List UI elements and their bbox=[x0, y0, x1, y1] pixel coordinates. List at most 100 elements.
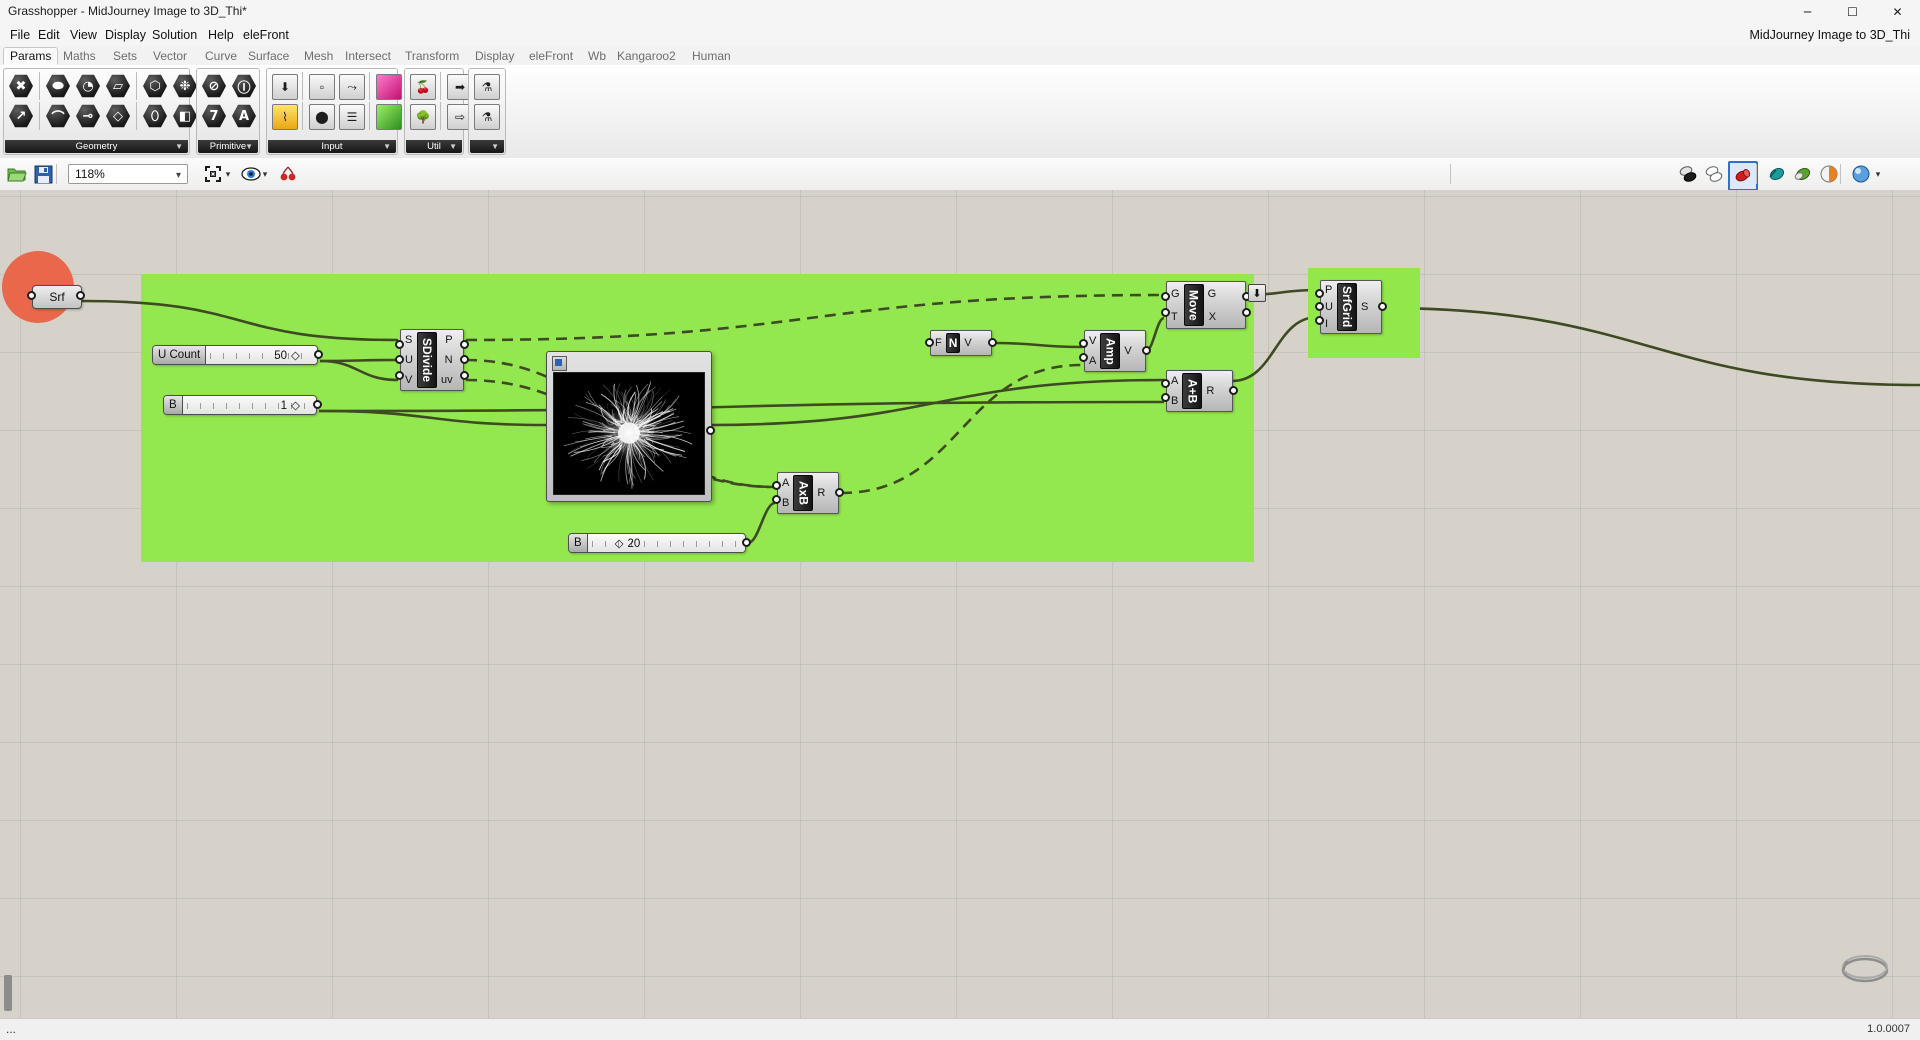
slider-knob-icon[interactable]: ◇ bbox=[291, 350, 300, 362]
surface-param-icon[interactable]: ▱ bbox=[104, 72, 132, 100]
addition-component-input-a[interactable]: A bbox=[1171, 375, 1178, 387]
u-count-slider[interactable]: U Count 50 ◇ bbox=[152, 345, 318, 365]
tab-human[interactable]: Human bbox=[687, 48, 736, 64]
geometry-param-icon[interactable]: ⬯ bbox=[141, 102, 169, 130]
plane-param-icon[interactable]: ◇ bbox=[104, 102, 132, 130]
text-param-icon[interactable]: A bbox=[230, 102, 258, 130]
surface-grid-component-input-port-u[interactable] bbox=[1315, 302, 1324, 311]
panel-icon[interactable]: ☰ bbox=[337, 102, 365, 130]
sdivide-component-input-s[interactable]: S bbox=[405, 334, 412, 346]
tab-display[interactable]: Display bbox=[470, 48, 519, 64]
download-badge-icon[interactable]: ⬇ bbox=[1248, 284, 1266, 302]
b-slider-top-output-port[interactable] bbox=[313, 400, 322, 409]
menu-item-elefront[interactable]: eleFront bbox=[243, 28, 289, 42]
amplitude-vector-component-input-f[interactable]: F bbox=[935, 337, 942, 349]
sdivide-component-output-n[interactable]: N bbox=[445, 354, 453, 366]
image-preview-panel[interactable] bbox=[546, 351, 712, 502]
addition-component-input-port-a[interactable] bbox=[1161, 379, 1170, 388]
b-slider-bottom[interactable]: B ◇ 20 bbox=[568, 533, 746, 553]
circle-param-icon[interactable]: ⬬ bbox=[44, 72, 72, 100]
b-slider-top-track[interactable]: 1 ◇ bbox=[182, 396, 316, 414]
zoom-level-input[interactable]: 118% ▾ bbox=[68, 164, 188, 184]
sdivide-component-output-uv[interactable]: uv bbox=[441, 374, 453, 386]
b-slider-bottom-output-port[interactable] bbox=[742, 538, 751, 547]
amp-component-input-a[interactable]: A bbox=[1089, 355, 1096, 367]
tab-surface[interactable]: Surface bbox=[243, 48, 294, 64]
tab-intersect[interactable]: Intersect bbox=[340, 48, 396, 64]
preview-dropdown-icon[interactable]: ▾ bbox=[1872, 161, 1884, 187]
tab-transform[interactable]: Transform bbox=[400, 48, 464, 64]
chevron-down-icon[interactable]: ▾ bbox=[176, 166, 181, 185]
tab-curve[interactable]: Curve bbox=[200, 48, 242, 64]
minimize-icon[interactable]: ─ bbox=[1785, 0, 1830, 24]
gradient-icon[interactable]: ⤳ bbox=[337, 72, 365, 100]
tab-sets[interactable]: Sets bbox=[108, 48, 142, 64]
integer-param-icon[interactable]: 7 bbox=[200, 102, 228, 130]
amp-component-output-v[interactable]: V bbox=[1124, 345, 1131, 357]
move-component[interactable]: G T Move G X bbox=[1166, 281, 1246, 329]
bottle-red-icon[interactable]: ⚗ bbox=[472, 72, 500, 100]
boolean-param-icon[interactable]: ⊘ bbox=[200, 72, 228, 100]
box-x-icon[interactable]: ✖ bbox=[7, 72, 35, 100]
menu-item-view[interactable]: View bbox=[70, 28, 97, 42]
brep-param-icon[interactable]: ⬡ bbox=[141, 72, 169, 100]
zoom-extents-dropdown-icon[interactable]: ▾ bbox=[222, 161, 234, 187]
addition-component-output-port-r[interactable] bbox=[1229, 386, 1238, 395]
sdivide-component-input-v[interactable]: V bbox=[405, 374, 412, 386]
complex-param-icon[interactable]: Ⓘ bbox=[230, 72, 258, 100]
close-icon[interactable]: ✕ bbox=[1875, 0, 1920, 24]
mesh-param-icon[interactable]: ❉ bbox=[171, 72, 199, 100]
ribbon-group-label[interactable]: ▼ bbox=[470, 140, 504, 153]
surface-grid-component-input-port-p[interactable] bbox=[1315, 289, 1324, 298]
surface-grid-component-input-port-i[interactable] bbox=[1315, 316, 1324, 325]
sdivide-component-input-port-v[interactable] bbox=[395, 371, 404, 380]
preview-blue-sphere-icon[interactable] bbox=[1848, 161, 1874, 187]
cross-product-component-input-b[interactable]: B bbox=[782, 497, 789, 509]
menu-item-solution[interactable]: Solution bbox=[152, 28, 197, 42]
addition-component-input-port-b[interactable] bbox=[1161, 393, 1170, 402]
tab-elefront[interactable]: eleFront bbox=[524, 48, 578, 64]
amplitude-vector-component-output-v[interactable]: V bbox=[964, 337, 971, 349]
addition-component-output-r[interactable]: R bbox=[1206, 385, 1214, 397]
bottle-orange-icon[interactable]: ⚗ bbox=[472, 102, 500, 130]
surface-grid-component[interactable]: P U I SrfGrid S bbox=[1320, 280, 1382, 334]
cross-product-component-output-r[interactable]: R bbox=[817, 487, 825, 499]
slider-knob-icon[interactable]: ◇ bbox=[615, 538, 624, 550]
spiral-param-icon[interactable]: ◔ bbox=[74, 72, 102, 100]
number-slider-icon[interactable]: ⬇ bbox=[270, 72, 298, 100]
tab-mesh[interactable]: Mesh bbox=[299, 48, 338, 64]
tab-maths[interactable]: Maths bbox=[58, 48, 101, 64]
preview-orange-icon[interactable] bbox=[1816, 161, 1842, 187]
ribbon-group-label[interactable]: Input ▼ bbox=[268, 140, 396, 153]
sdivide-component-output-port-p[interactable] bbox=[460, 340, 469, 349]
tab-params[interactable]: Params bbox=[3, 47, 59, 65]
cross-product-component[interactable]: A B AxB R bbox=[777, 472, 839, 514]
ribbon-group-label[interactable]: Primitive ▼ bbox=[198, 140, 258, 153]
surface-grid-component-input-p[interactable]: P bbox=[1325, 284, 1332, 296]
cross-product-component-input-port-b[interactable] bbox=[772, 495, 781, 504]
group-param-icon[interactable]: ◧ bbox=[171, 102, 199, 130]
sdivide-component-output-p[interactable]: P bbox=[445, 334, 452, 346]
surface-param-input-port[interactable] bbox=[27, 291, 36, 300]
knob-icon[interactable]: ⬤ bbox=[307, 102, 335, 130]
vector-param-icon[interactable]: ↗ bbox=[7, 102, 35, 130]
sdivide-component-input-u[interactable]: U bbox=[405, 354, 413, 366]
pin-icon[interactable] bbox=[552, 356, 567, 371]
group-expand-icon[interactable]: ▼ bbox=[175, 140, 183, 153]
navigation-compass-icon[interactable] bbox=[1838, 948, 1892, 990]
save-disk-icon[interactable] bbox=[30, 161, 56, 187]
preview-teal-icon[interactable] bbox=[1764, 161, 1790, 187]
shaded-preview-red-icon[interactable] bbox=[1728, 161, 1758, 191]
cross-product-component-output-port-r[interactable] bbox=[835, 488, 844, 497]
amp-component-input-port-a[interactable] bbox=[1079, 353, 1088, 362]
curve-param-icon[interactable]: ⌒ bbox=[44, 102, 72, 130]
wireframe-preview-icon[interactable] bbox=[1702, 161, 1728, 187]
sdivide-component[interactable]: S U V SDivide P Nuv bbox=[400, 329, 464, 391]
move-component-output-port-x[interactable] bbox=[1242, 308, 1251, 317]
graph-mapper-icon[interactable] bbox=[374, 72, 402, 100]
line-param-icon[interactable]: ⊸ bbox=[74, 102, 102, 130]
amplitude-vector-component[interactable]: FNV bbox=[930, 330, 992, 356]
move-component-input-t[interactable]: T bbox=[1171, 311, 1178, 323]
image-preview-output-port[interactable] bbox=[706, 426, 715, 435]
maximize-icon[interactable]: ☐ bbox=[1830, 0, 1875, 24]
